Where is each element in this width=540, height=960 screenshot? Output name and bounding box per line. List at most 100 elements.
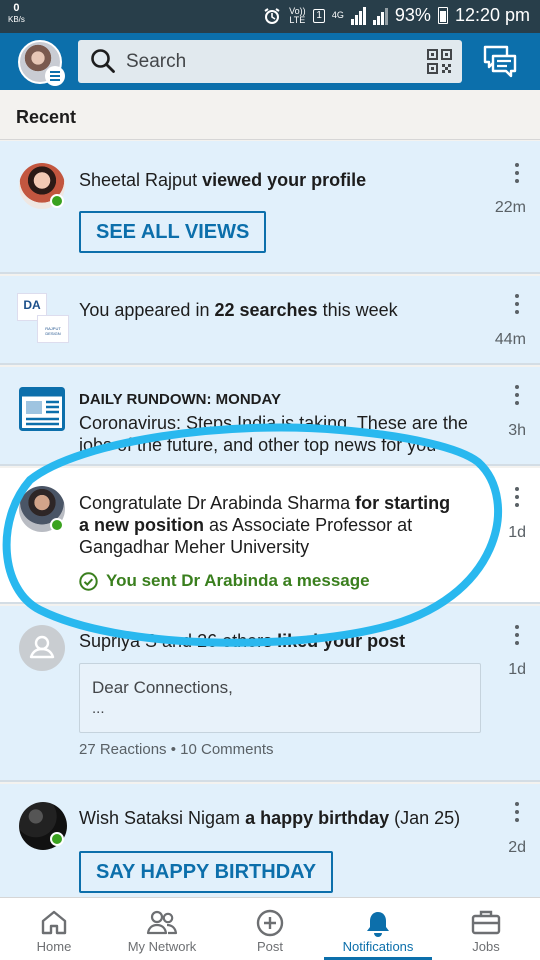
text-suffix: as Associate Professor at xyxy=(209,515,413,535)
sent-text: You sent Dr Arabinda a message xyxy=(106,571,370,590)
network-type: 4G xyxy=(331,10,344,20)
more-options-icon[interactable] xyxy=(514,487,520,507)
text-prefix: Supriya S and 26 others xyxy=(79,631,273,651)
nav-home-label: Home xyxy=(36,939,72,954)
post-preview-line-2: ... xyxy=(92,700,105,717)
text-prefix: Congratulate Dr Arabinda Sharma xyxy=(79,493,351,513)
rundown-line-2: jobs of the future, and other top news f… xyxy=(79,435,437,455)
news-icon xyxy=(19,387,65,431)
battery-percent: 93% xyxy=(394,5,431,25)
bold-text: a happy birthday xyxy=(245,808,390,828)
bell-icon xyxy=(367,912,389,937)
nav-post-label: Post xyxy=(256,939,283,954)
home-icon xyxy=(41,910,67,935)
nav-my-network[interactable]: My Network xyxy=(108,898,216,960)
nav-jobs-label: Jobs xyxy=(472,939,500,954)
notification-search-appearances[interactable]: DA RAJPUT DESIGN You appeared in 22 sear… xyxy=(0,276,540,365)
battery-icon xyxy=(437,7,448,24)
post-preview[interactable]: Dear Connections, ... xyxy=(79,663,481,733)
text-suffix: this week xyxy=(322,300,398,320)
rundown-title: DAILY RUNDOWN: MONDAY xyxy=(79,391,281,408)
signal-icon xyxy=(350,6,366,25)
line-3: Gangadhar Meher University xyxy=(79,537,310,557)
nav-post[interactable]: Post xyxy=(216,898,324,960)
notification-post-likes[interactable]: Supriya S and 26 others liked your post … xyxy=(0,606,540,782)
online-status-icon xyxy=(50,832,64,846)
rundown-line-1: Coronavirus: Steps India is taking, Thes… xyxy=(79,413,468,433)
app-header: Search xyxy=(0,33,540,90)
status-icons: Vo)) LTE 1 4G 93% 12:20 pm xyxy=(263,5,530,26)
notification-daily-rundown[interactable]: DAILY RUNDOWN: MONDAY Coronavirus: Steps… xyxy=(0,367,540,466)
see-all-views-button[interactable]: SEE ALL VIEWS xyxy=(79,211,267,253)
text-prefix: You appeared in xyxy=(79,300,210,320)
logo-text: DA xyxy=(23,298,41,312)
nav-jobs[interactable]: Jobs xyxy=(432,898,540,960)
more-options-icon[interactable] xyxy=(514,385,520,405)
nav-my-network-label: My Network xyxy=(127,939,197,954)
timestamp: 1d xyxy=(508,661,526,678)
default-avatar-icon xyxy=(19,625,65,671)
bottom-navigation: Home My Network Post Notifications Jobs xyxy=(0,897,540,960)
timestamp: 44m xyxy=(494,331,526,348)
line-1: Congratulate Dr Arabinda Sharma for star… xyxy=(79,492,469,514)
bold-text: liked your post xyxy=(277,631,406,651)
notification-birthday[interactable]: Wish Sataksi Nigam a happy birthday (Jan… xyxy=(0,784,540,897)
timestamp: 1d xyxy=(508,524,526,541)
search-count: 22 searches xyxy=(214,300,318,320)
company-logo-icon: DA RAJPUT DESIGN xyxy=(17,293,69,343)
more-options-icon[interactable] xyxy=(514,294,520,314)
menu-icon xyxy=(45,66,65,86)
nav-home[interactable]: Home xyxy=(0,898,108,960)
message-sent-status: You sent Dr Arabinda a message xyxy=(79,571,370,591)
notification-text: Wish Sataksi Nigam a happy birthday (Jan… xyxy=(79,807,460,829)
network-icon xyxy=(146,910,178,935)
notification-text: Sheetal Rajput viewed your profile xyxy=(79,169,366,191)
network-speed-unit: KB/s xyxy=(8,15,25,24)
bold-text-1: for starting xyxy=(355,493,451,513)
online-status-icon xyxy=(50,194,64,208)
say-happy-birthday-button[interactable]: SAY HAPPY BIRTHDAY xyxy=(79,851,334,893)
text-prefix: Wish Sataksi Nigam xyxy=(79,808,241,828)
bold-text-2: a new position xyxy=(79,515,205,535)
line-2: a new position as Associate Professor at xyxy=(79,514,469,536)
timestamp: 2d xyxy=(508,839,526,856)
date-text: (Jan 25) xyxy=(394,808,461,828)
check-circle-icon xyxy=(79,571,98,591)
alarm-icon xyxy=(264,7,280,24)
volte-indicator: Vo)) LTE xyxy=(289,5,306,25)
notification-new-position[interactable]: Congratulate Dr Arabinda Sharma for star… xyxy=(0,468,540,604)
nav-notifications-label: Notifications xyxy=(342,939,414,954)
more-options-icon[interactable] xyxy=(514,802,520,822)
section-header: Recent xyxy=(0,90,540,140)
logo-subtext: RAJPUT DESIGN xyxy=(45,326,61,336)
notification-text: Supriya S and 26 others liked your post xyxy=(79,630,405,652)
action-text: viewed your profile xyxy=(202,170,367,190)
nav-notifications[interactable]: Notifications xyxy=(324,898,432,960)
timestamp: 22m xyxy=(494,199,526,216)
briefcase-icon xyxy=(471,910,501,935)
clock: 12:20 pm xyxy=(454,5,530,25)
post-stats[interactable]: 27 Reactions • 10 Comments xyxy=(79,741,274,758)
search-bar[interactable]: Search xyxy=(78,40,462,83)
notification-text: Congratulate Dr Arabinda Sharma for star… xyxy=(79,492,469,558)
network-speed-value: 0 xyxy=(13,2,20,14)
more-options-icon[interactable] xyxy=(514,625,520,645)
search-icon xyxy=(91,49,115,73)
timestamp: 3h xyxy=(508,422,526,439)
status-bar: 0 KB/s Vo)) LTE 1 4G 93% 12:20 pm xyxy=(0,0,540,33)
sim-indicator: 1 xyxy=(313,8,325,23)
signal-icon-2 xyxy=(372,7,388,25)
profile-avatar[interactable] xyxy=(18,40,65,86)
post-preview-line-1: Dear Connections, xyxy=(92,678,233,697)
section-title: Recent xyxy=(16,107,77,127)
post-icon xyxy=(256,909,284,937)
online-status-icon xyxy=(50,518,64,532)
person-name: Sheetal Rajput xyxy=(79,170,198,190)
notification-text: You appeared in 22 searches this week xyxy=(79,299,398,321)
network-speed: 0 KB/s xyxy=(8,3,25,25)
messaging-icon[interactable] xyxy=(482,44,518,80)
qr-code-icon[interactable] xyxy=(427,49,452,74)
search-input[interactable]: Search xyxy=(126,40,186,83)
notification-profile-view[interactable]: Sheetal Rajput viewed your profile SEE A… xyxy=(0,141,540,274)
more-options-icon[interactable] xyxy=(514,163,520,183)
